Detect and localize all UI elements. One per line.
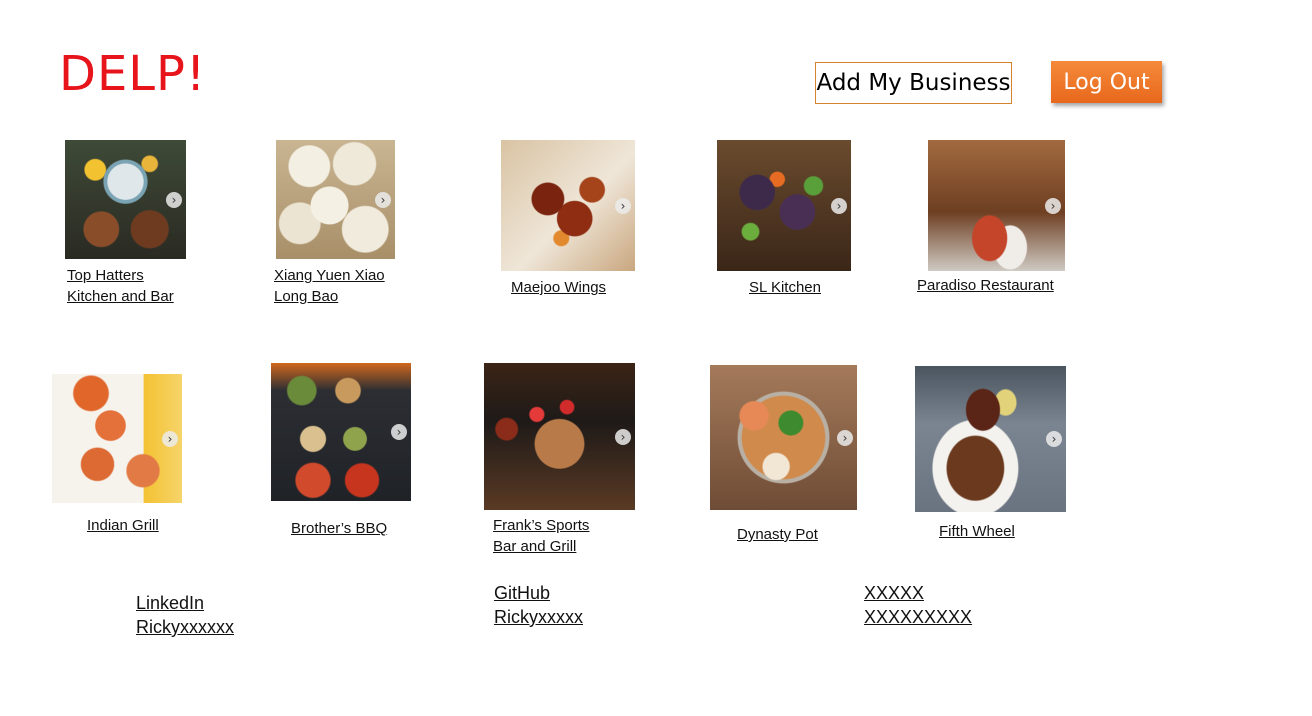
- app-logo: DELP!: [59, 46, 207, 102]
- add-business-button[interactable]: Add My Business: [815, 62, 1012, 104]
- restaurant-link[interactable]: Frank’s Sports Bar and Grill: [493, 515, 589, 557]
- github-label[interactable]: GitHub: [494, 581, 550, 605]
- restaurant-photo[interactable]: ›: [928, 140, 1065, 271]
- restaurant-photo[interactable]: ›: [276, 140, 395, 259]
- chevron-right-icon[interactable]: ›: [615, 197, 631, 214]
- restaurant-photo[interactable]: ›: [501, 140, 635, 271]
- restaurant-photo[interactable]: ›: [52, 374, 182, 503]
- github-handle[interactable]: Rickyxxxxx: [494, 605, 583, 629]
- restaurant-link[interactable]: Dynasty Pot: [737, 524, 818, 545]
- restaurant-photo[interactable]: ›: [484, 363, 635, 510]
- chevron-right-icon[interactable]: ›: [391, 424, 407, 440]
- restaurant-link[interactable]: Top Hatters Kitchen and Bar: [67, 265, 174, 307]
- chevron-right-icon[interactable]: ›: [166, 191, 182, 208]
- restaurant-link[interactable]: Fifth Wheel: [939, 521, 1015, 542]
- restaurant-photo[interactable]: ›: [717, 140, 851, 271]
- chevron-right-icon[interactable]: ›: [831, 197, 847, 214]
- logout-button[interactable]: Log Out: [1051, 61, 1162, 103]
- restaurant-photo[interactable]: ›: [915, 366, 1066, 512]
- linkedin-label[interactable]: LinkedIn: [136, 591, 204, 615]
- chevron-right-icon[interactable]: ›: [615, 428, 631, 445]
- contact-label[interactable]: XXXXX: [864, 581, 924, 605]
- restaurant-link[interactable]: Indian Grill: [87, 515, 159, 536]
- linkedin-handle[interactable]: Rickyxxxxxx: [136, 615, 234, 639]
- restaurant-link[interactable]: SL Kitchen: [749, 277, 821, 298]
- restaurant-photo[interactable]: ›: [271, 363, 411, 501]
- restaurant-link[interactable]: Xiang Yuen Xiao Long Bao: [274, 265, 385, 307]
- restaurant-link[interactable]: Brother’s BBQ: [291, 518, 387, 539]
- restaurant-photo[interactable]: ›: [710, 365, 857, 510]
- chevron-right-icon[interactable]: ›: [1045, 197, 1061, 214]
- restaurant-link[interactable]: Paradiso Restaurant: [917, 275, 1054, 296]
- chevron-right-icon[interactable]: ›: [162, 430, 178, 447]
- chevron-right-icon[interactable]: ›: [1046, 431, 1062, 447]
- chevron-right-icon[interactable]: ›: [375, 191, 391, 208]
- restaurant-photo[interactable]: ›: [65, 140, 186, 259]
- chevron-right-icon[interactable]: ›: [837, 429, 853, 446]
- restaurant-link[interactable]: Maejoo Wings: [511, 277, 606, 298]
- contact-value[interactable]: XXXXXXXXX: [864, 605, 972, 629]
